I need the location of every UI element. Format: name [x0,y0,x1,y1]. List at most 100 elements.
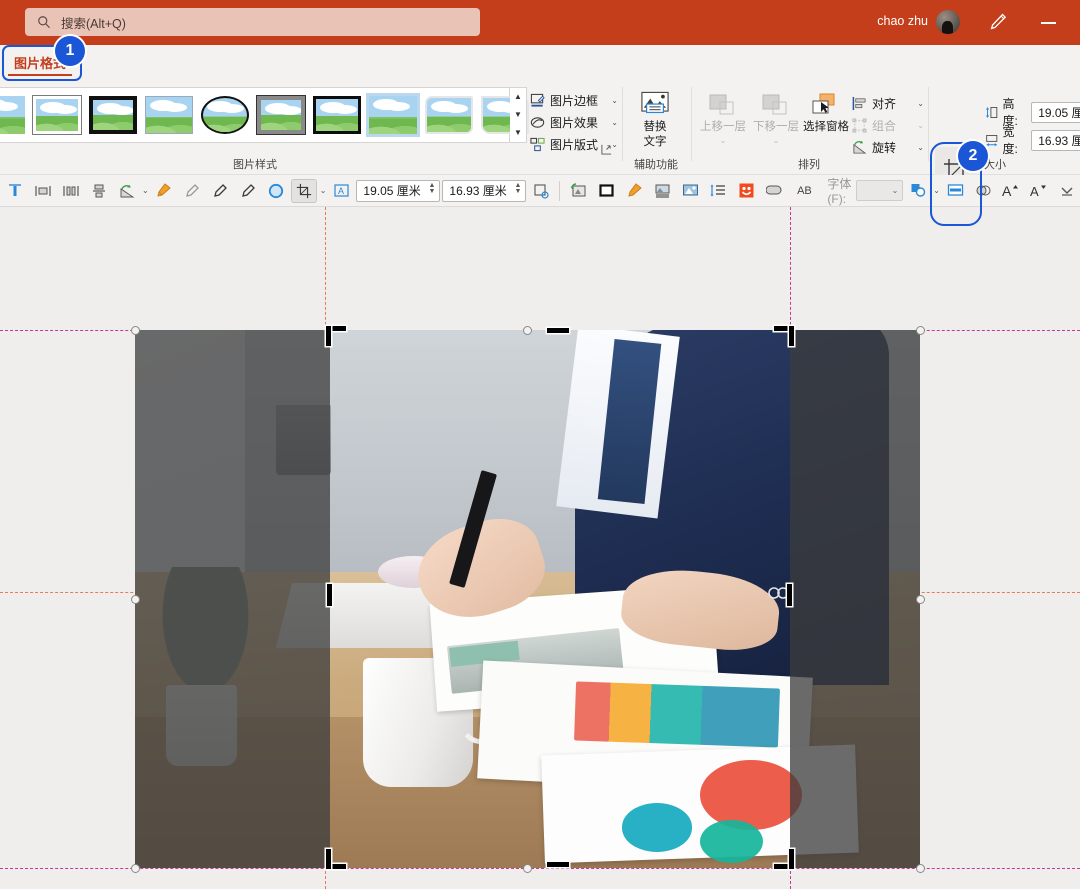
shape-fill-circle-icon[interactable] [263,179,289,203]
chevron-down-icon[interactable]: ⌄ [611,96,620,105]
selection-handle-top-right[interactable] [916,326,925,335]
bring-forward-icon [709,94,734,115]
picture-style-thumb[interactable] [256,95,306,135]
selection-pane-button[interactable]: 选择窗格 [800,93,852,134]
distribute-vertical-icon[interactable] [58,179,84,203]
line-spacing-icon[interactable] [705,179,731,203]
slide-canvas[interactable] [0,207,1080,889]
ab-label: AB [797,184,812,197]
crop-handle-top-left[interactable] [326,326,348,348]
chevron-down-icon[interactable]: ⌄ [611,140,620,149]
shape-combine-icon[interactable] [970,179,996,203]
minimize-button[interactable] [1038,12,1060,32]
size-settings-icon[interactable] [528,179,554,203]
more-icon[interactable] [1054,179,1080,203]
chevron-down-icon[interactable]: ⌄ [892,186,899,195]
picture-style-thumb[interactable] [369,96,417,134]
chevron-down-icon[interactable]: ⌄ [773,136,780,145]
avatar[interactable] [936,10,960,34]
color-brush-icon[interactable] [621,179,647,203]
chevron-down-icon[interactable]: ⌄ [917,99,924,108]
crop-handle-bottom-left[interactable] [326,847,348,869]
alt-text-label-1: 替换 [643,121,667,133]
picture-style-thumb[interactable] [0,96,25,134]
picture-change-icon[interactable] [677,179,703,203]
chevron-down-icon[interactable]: ⌄ [720,136,727,145]
pen-icon[interactable] [988,12,1008,32]
chevron-down-icon[interactable]: ⌄ [917,143,924,152]
picture-style-thumb[interactable] [89,96,137,134]
crop-handle-top-center[interactable] [547,328,569,334]
toolbar-height-input[interactable]: 19.05 厘米 ▲ ▼ [356,179,441,202]
selection-handle-middle-right[interactable] [916,595,925,604]
picture-styles-gallery[interactable] [0,87,529,143]
picture-style-thumb[interactable] [313,96,361,134]
toolbar-height-value: 19.05 厘米 [363,184,421,198]
selection-handle-top-left[interactable] [131,326,140,335]
picture-style-thumb[interactable] [32,95,82,135]
group-button[interactable]: 组合 ⌄ [852,114,924,136]
gallery-more-icon[interactable]: ▼ [514,129,522,137]
chevron-down-icon[interactable]: ⌄ [917,121,924,130]
align-button[interactable]: 对齐 ⌄ [852,92,924,114]
gallery-scroll-up-icon[interactable]: ▲ [514,93,522,101]
bring-forward-button[interactable]: 上移一层 ⌄ [696,93,750,145]
shape-outline-icon[interactable] [593,179,619,203]
crop-dropdown-chevron-icon[interactable]: ⌄ [320,186,327,195]
spinner-arrows-icon[interactable]: ▲ ▼ [428,182,435,195]
distribute-horizontal-icon[interactable] [30,179,56,203]
crop-handle-bottom-right[interactable] [772,847,794,869]
chevron-down-icon[interactable]: ⌄ [611,118,620,127]
eyedropper-2-icon[interactable] [207,179,233,203]
send-backward-button[interactable]: 下移一层 ⌄ [749,93,803,145]
selection-handle-bottom-right[interactable] [916,864,925,873]
text-direction-icon[interactable]: AB [789,179,819,203]
picture-effects-2-icon[interactable] [649,179,675,203]
selection-handle-middle-left[interactable] [131,595,140,604]
reset-picture-icon[interactable] [565,179,591,203]
grow-font-icon[interactable]: A [998,179,1024,203]
shape-merge-icon[interactable] [761,179,787,203]
chevron-down-icon[interactable]: ⌄ [933,186,940,195]
align-top-icon[interactable] [2,179,28,203]
align-middle-icon[interactable] [86,179,112,203]
search-icon [38,16,50,29]
crop-handle-middle-right[interactable] [787,584,793,606]
width-input[interactable]: 16.93 厘米 [1031,129,1080,151]
crop-tool-icon[interactable] [290,178,317,203]
gallery-scroll-down-icon[interactable]: ▼ [514,111,522,119]
picture-effects-icon [530,116,545,128]
shrink-font-icon[interactable]: A [1026,179,1052,203]
picture-style-thumb[interactable] [201,96,249,134]
rotate-button[interactable]: 旋转 ⌄ [852,136,924,158]
format-painter-icon[interactable] [151,179,177,203]
crop-handle-bottom-center[interactable] [547,862,569,868]
eyedropper-3-icon[interactable] [235,179,261,203]
picture-style-thumb[interactable] [145,96,193,134]
search-input[interactable]: 搜索(Alt+Q) [25,8,480,36]
font-select[interactable]: ⌄ [856,180,904,201]
crop-handle-middle-left[interactable] [327,584,333,606]
rotate-shape-icon[interactable] [114,179,140,203]
toolbar-width-input[interactable]: 16.93 厘米 ▲ ▼ [442,179,527,202]
crop-handle-top-right[interactable] [772,326,794,348]
arrange-front-icon[interactable] [942,179,968,203]
picture-effects-button[interactable]: 图片效果 ⌄ [530,111,620,133]
picture-styles-dialog-launcher[interactable] [601,144,612,157]
crop-visible-region[interactable] [330,330,790,868]
compress-picture-icon[interactable] [733,179,759,203]
gallery-scroll-controls[interactable]: ▲ ▼ ▼ [510,87,527,143]
text-box-icon[interactable]: A [328,179,354,203]
alt-text-button[interactable]: 替换 文字 [628,91,682,149]
shape-style-icon[interactable] [905,179,931,203]
picture-style-thumb[interactable] [425,96,473,134]
spinner-arrows-icon[interactable]: ▲ ▼ [514,182,521,195]
eyedropper-1-icon[interactable] [179,179,205,203]
picture-border-button[interactable]: 图片边框 ⌄ [530,89,620,111]
height-input[interactable]: 19.05 厘米 [1031,101,1080,123]
selection-handle-top-center[interactable] [523,326,532,335]
selection-handle-bottom-left[interactable] [131,864,140,873]
rotate-dropdown-chevron-icon[interactable]: ⌄ [142,186,149,195]
picture-image-visible [330,330,790,868]
selection-handle-bottom-center[interactable] [523,864,532,873]
